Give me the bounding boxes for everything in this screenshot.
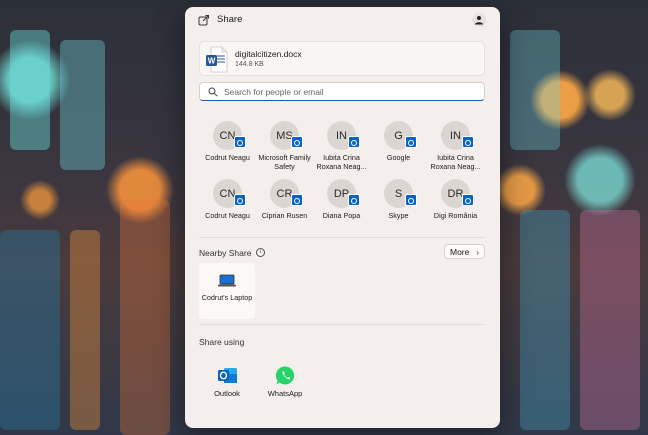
section-divider	[199, 237, 485, 238]
file-name: digitalcitizen.docx	[235, 49, 302, 59]
background-light	[0, 230, 60, 430]
outlook-badge-icon	[462, 194, 474, 206]
contact-tile[interactable]: CN Codrut Neagu	[199, 117, 256, 173]
contact-name: Skype	[388, 211, 409, 220]
nearby-device-tile[interactable]: Codrut's Laptop	[199, 263, 255, 319]
whatsapp-icon	[275, 366, 295, 385]
outlook-icon	[218, 368, 237, 383]
background-light	[510, 30, 560, 150]
contact-tile[interactable]: IN Iubita Crina Roxana Neag...	[313, 117, 370, 173]
outlook-badge-icon	[462, 136, 474, 148]
contact-name: Microsoft Family Safety	[258, 153, 311, 171]
contact-tile[interactable]: S Skype	[370, 175, 427, 231]
contact-name: Diana Popa	[322, 211, 361, 220]
background-light	[580, 210, 640, 430]
more-button[interactable]: More ›	[444, 244, 485, 259]
contact-name: Digi România	[433, 211, 478, 220]
contact-tile[interactable]: G Google	[370, 117, 427, 173]
contact-name: Codrut Neagu	[205, 211, 250, 220]
share-header: Share	[185, 7, 500, 33]
app-name: Outlook	[214, 389, 240, 398]
app-outlook[interactable]: Outlook	[199, 363, 255, 403]
outlook-badge-icon	[234, 194, 246, 206]
contact-tile[interactable]: IN Iubita Crina Roxana Neag...	[427, 117, 484, 173]
outlook-badge-icon	[291, 194, 303, 206]
outlook-badge-icon	[291, 136, 303, 148]
outlook-badge-icon	[234, 136, 246, 148]
nearby-share-title: Nearby Share	[199, 248, 252, 258]
word-document-icon: W	[206, 46, 228, 73]
contact-tile[interactable]: MS Microsoft Family Safety	[256, 117, 313, 173]
contact-tile[interactable]: CR Ciprian Rusen	[256, 175, 313, 231]
chevron-right-icon: ›	[476, 248, 479, 257]
background-light	[520, 210, 570, 430]
laptop-icon	[218, 274, 236, 287]
app-name: WhatsApp	[267, 389, 303, 398]
file-size: 144.8 KB	[235, 61, 264, 68]
search-input[interactable]	[224, 85, 479, 99]
search-icon	[208, 87, 218, 97]
contact-name: Codrut Neagu	[205, 153, 250, 162]
file-preview: W digitalcitizen.docx 144.8 KB	[199, 41, 485, 76]
section-divider	[199, 324, 485, 325]
outlook-badge-icon	[405, 136, 417, 148]
share-title: Share	[217, 14, 243, 25]
contact-name: Google	[386, 153, 411, 162]
device-name: Codrut's Laptop	[201, 293, 253, 302]
share-using-title: Share using	[199, 337, 245, 347]
contact-tile[interactable]: DP Diana Popa	[313, 175, 370, 231]
outlook-badge-icon	[348, 194, 360, 206]
info-icon[interactable]: i	[256, 248, 265, 257]
background-light	[60, 40, 105, 170]
svg-text:W: W	[208, 57, 216, 66]
background-light	[70, 230, 100, 430]
contact-name: Iubita Crina Roxana Neag...	[316, 153, 367, 171]
contact-name: Iubita Crina Roxana Neag...	[430, 153, 481, 171]
background-light	[120, 200, 170, 435]
share-dialog: Share W digitalcitizen.docx 144.8 KB Sea…	[185, 7, 500, 428]
background-light	[10, 30, 50, 150]
more-button-label: More	[450, 246, 470, 257]
outlook-badge-icon	[348, 136, 360, 148]
contact-tile[interactable]: CN Codrut Neagu	[199, 175, 256, 231]
outlook-badge-icon	[405, 194, 417, 206]
contact-tile[interactable]: DR Digi România	[427, 175, 484, 231]
account-avatar[interactable]	[472, 13, 486, 27]
person-icon	[475, 16, 483, 25]
app-whatsapp[interactable]: WhatsApp	[257, 363, 313, 403]
people-search-box[interactable]	[199, 82, 485, 101]
share-icon	[198, 15, 209, 26]
contact-name: Ciprian Rusen	[261, 211, 308, 220]
